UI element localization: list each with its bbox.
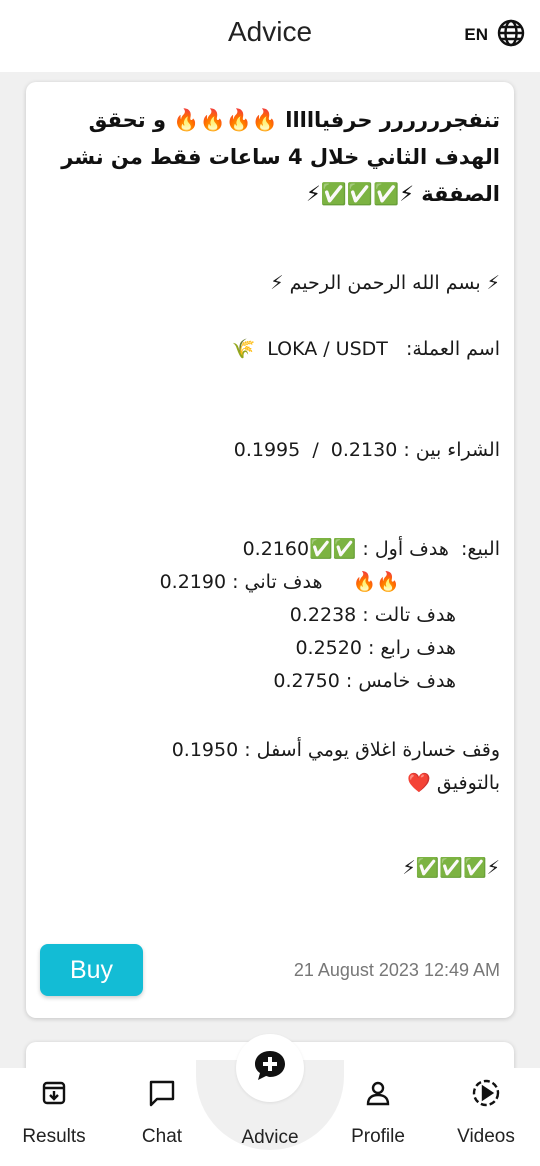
post-line: هدف خامس : 0.2750 — [273, 670, 456, 692]
nav-chat[interactable]: Chat — [112, 1078, 212, 1148]
nav-label[interactable]: Advice — [220, 1127, 320, 1149]
archive-icon — [39, 1078, 69, 1112]
nav-profile[interactable]: Profile — [328, 1078, 428, 1148]
post-line: 🔥🔥 هدف تاني : 0.2190 — [159, 571, 400, 593]
chat-icon — [146, 1077, 178, 1113]
nav-label: Results — [22, 1126, 86, 1147]
post-line: ⚡ بسم الله الرحمن الرحيم ⚡ — [270, 272, 500, 294]
person-icon — [363, 1078, 393, 1112]
advice-card: تنفجرررررر حرفيااااا 🔥🔥🔥🔥 و تحقق الهدف ا… — [26, 82, 514, 1018]
headline-line: الصفقة ⚡✅✅✅⚡ — [306, 182, 500, 206]
nav-label: Chat — [141, 1126, 183, 1147]
advice-post-body: تنفجرررررر حرفيااااا 🔥🔥🔥🔥 و تحقق الهدف ا… — [46, 102, 500, 885]
headline-line: تنفجرررررر حرفيااااا 🔥🔥🔥🔥 و تحقق — [88, 108, 500, 132]
language-code: EN — [464, 25, 488, 44]
post-line: ⚡✅✅✅⚡ — [402, 857, 500, 879]
nav-results[interactable]: Results — [4, 1078, 104, 1148]
post-date: 21 August 2023 12:49 AM — [293, 960, 500, 980]
post-line: البيع: هدف أول : ✅✅0.2160 — [242, 538, 500, 560]
post-line: هدف تالت : 0.2238 — [289, 604, 456, 626]
post-line: وقف خسارة اغلاق يومي أسفل : 0.1950 — [171, 739, 500, 761]
post-line: الشراء بين : 0.2130 / 0.1995 — [233, 439, 500, 461]
app-header: Advice EN — [0, 0, 540, 72]
buy-button[interactable]: Buy — [40, 944, 143, 996]
post-line: بالتوفيق ❤️ — [407, 772, 500, 794]
nav-advice-fab[interactable] — [236, 1034, 304, 1102]
nav-videos[interactable]: Videos — [436, 1078, 536, 1148]
post-line: اسم العملة: LOKA / USDT 🌾 — [231, 338, 500, 360]
headline-line: الهدف الثاني خلال 4 ساعات فقط من نشر — [61, 145, 500, 169]
page-title: Advice — [227, 16, 313, 47]
nav-label: Profile — [351, 1126, 405, 1147]
globe-icon — [496, 18, 526, 52]
nav-label: Videos — [457, 1126, 515, 1147]
post-line: هدف رابع : 0.2520 — [295, 637, 456, 659]
language-switcher[interactable]: EN — [464, 18, 526, 52]
advice-plus-icon — [252, 1048, 288, 1088]
play-circle-icon — [470, 1077, 502, 1113]
